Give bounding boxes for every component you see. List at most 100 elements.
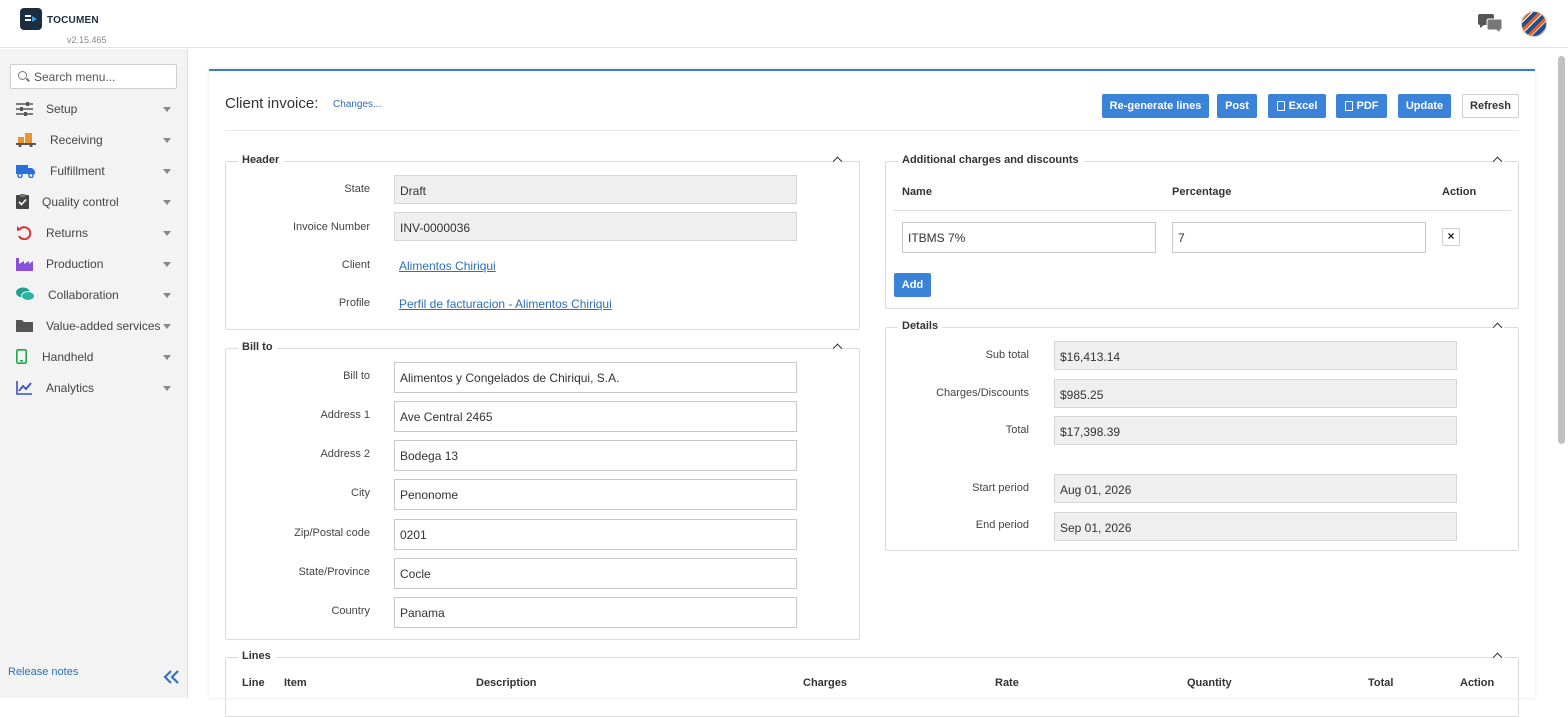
button-label: Update xyxy=(1405,100,1444,112)
charge-name-input[interactable] xyxy=(902,222,1156,253)
sidebar-item-label: Receiving xyxy=(50,133,103,147)
lines-panel: Lines Line Item Description Charges Rate… xyxy=(225,650,1519,717)
panel-legend: Additional charges and discounts xyxy=(898,154,1083,166)
state-field: Draft xyxy=(394,175,797,204)
state-province-input[interactable] xyxy=(394,558,797,589)
details-panel: Details Sub total $16,413.14 Charges/Dis… xyxy=(885,320,1519,551)
invoice-number-field: INV-0000036 xyxy=(394,212,797,241)
panel-legend: Lines xyxy=(238,650,275,662)
state-label: State xyxy=(344,183,370,195)
address1-label: Address 1 xyxy=(320,409,370,421)
start-period-label: Start period xyxy=(972,482,1029,494)
changes-link[interactable]: Changes... xyxy=(333,99,381,110)
refresh-button[interactable]: Refresh xyxy=(1462,94,1519,118)
chevron-down-icon xyxy=(163,293,171,298)
chevron-up-icon[interactable] xyxy=(1492,155,1504,165)
profile-link[interactable]: Perfil de facturacion - Alimentos Chiriq… xyxy=(399,297,612,311)
mobile-icon xyxy=(16,349,27,364)
percentage-column-header: Percentage xyxy=(1172,186,1232,198)
pdf-button[interactable]: PDF xyxy=(1336,94,1387,118)
sidebar-item-handheld[interactable]: Handheld xyxy=(0,342,188,373)
sidebar-item-collaboration[interactable]: Collaboration xyxy=(0,280,188,311)
excel-file-icon xyxy=(1276,101,1285,111)
app-logo-icon[interactable] xyxy=(20,8,42,30)
sidebar-item-receiving[interactable]: Receiving xyxy=(0,125,188,156)
rate-column-header: Rate xyxy=(995,677,1019,689)
action-column-header: Action xyxy=(1460,677,1495,689)
double-chevron-left-icon[interactable] xyxy=(162,669,182,685)
add-charge-button[interactable]: Add xyxy=(894,273,931,297)
sidebar-item-value-added-services[interactable]: Value-added services xyxy=(0,311,188,342)
regenerate-lines-button[interactable]: Re-generate lines xyxy=(1102,94,1209,118)
update-button[interactable]: Update xyxy=(1398,94,1451,118)
chevron-down-icon xyxy=(163,324,171,329)
address2-input[interactable] xyxy=(394,440,797,471)
chevron-up-icon[interactable] xyxy=(832,342,844,352)
charges-column-header: Charges xyxy=(803,677,848,689)
chat-icon[interactable] xyxy=(1476,13,1504,35)
sidebar-item-label: Quality control xyxy=(42,195,119,209)
search-box[interactable] xyxy=(10,64,177,89)
sidebar: Setup Receiving Fulfillment Quality cont… xyxy=(0,49,188,698)
delivery-truck-icon xyxy=(16,165,35,178)
client-link[interactable]: Alimentos Chiriqui xyxy=(399,259,496,273)
sidebar-item-quality-control[interactable]: Quality control xyxy=(0,187,188,218)
chevron-down-icon xyxy=(163,169,171,174)
city-label: City xyxy=(351,487,370,499)
sidebar-item-label: Setup xyxy=(46,102,78,116)
user-avatar[interactable] xyxy=(1521,11,1547,37)
sidebar-item-returns[interactable]: Returns xyxy=(0,218,188,249)
pdf-file-icon xyxy=(1344,101,1353,111)
chevron-down-icon xyxy=(163,231,171,236)
chevron-up-icon[interactable] xyxy=(1492,321,1504,331)
post-button[interactable]: Post xyxy=(1217,94,1257,118)
table-header-divider xyxy=(894,210,1511,211)
chevron-up-icon[interactable] xyxy=(1492,651,1504,661)
main-content: Client invoice: Changes... Re-generate l… xyxy=(209,69,1535,717)
panel-legend: Header xyxy=(238,154,284,166)
sidebar-item-analytics[interactable]: Analytics xyxy=(0,373,188,404)
zip-input[interactable] xyxy=(394,519,797,550)
button-label: PDF xyxy=(1356,100,1379,112)
panel-legend: Bill to xyxy=(238,341,277,353)
sidebar-item-label: Handheld xyxy=(42,350,94,364)
sidebar-item-fulfillment[interactable]: Fulfillment xyxy=(0,156,188,187)
action-column-header: Action xyxy=(1442,186,1477,198)
chevron-down-icon xyxy=(163,355,171,360)
total-label: Total xyxy=(1005,424,1029,436)
remove-charge-button[interactable]: × xyxy=(1442,228,1460,246)
city-input[interactable] xyxy=(394,479,797,510)
item-column-header: Item xyxy=(284,677,307,689)
sliders-icon xyxy=(16,102,33,116)
page-scrollbar[interactable] xyxy=(1557,52,1566,698)
total-field: $17,398.39 xyxy=(1054,416,1457,445)
sidebar-item-setup[interactable]: Setup xyxy=(0,94,188,125)
charge-percentage-input[interactable] xyxy=(1172,222,1426,253)
charges-panel: Additional charges and discounts Name Pe… xyxy=(885,154,1519,309)
bill-to-panel: Bill to Bill to Address 1 Address 2 City… xyxy=(225,341,860,640)
country-input[interactable] xyxy=(394,597,797,628)
subtotal-field: $16,413.14 xyxy=(1054,341,1457,370)
country-label: Country xyxy=(331,605,370,617)
subtotal-label: Sub total xyxy=(985,349,1029,361)
search-icon xyxy=(18,71,27,80)
page-title: Client invoice: xyxy=(225,95,319,112)
button-label: Refresh xyxy=(1470,100,1511,112)
chevron-down-icon xyxy=(163,107,171,112)
scrollbar-thumb[interactable] xyxy=(1558,56,1565,444)
chat-bubbles-icon xyxy=(16,287,35,301)
invoice-number-label: Invoice Number xyxy=(292,221,370,233)
bill-to-input[interactable] xyxy=(394,362,797,393)
clipboard-check-icon xyxy=(16,194,29,209)
address2-label: Address 2 xyxy=(320,448,370,460)
charges-discounts-label: Charges/Discounts xyxy=(936,387,1029,399)
release-notes-link[interactable]: Release notes xyxy=(8,666,78,678)
sidebar-item-label: Returns xyxy=(46,226,89,240)
chevron-up-icon[interactable] xyxy=(832,155,844,165)
address1-input[interactable] xyxy=(394,401,797,432)
excel-button[interactable]: Excel xyxy=(1268,94,1326,118)
search-input[interactable] xyxy=(34,68,174,86)
sidebar-item-production[interactable]: Production xyxy=(0,249,188,280)
profile-label: Profile xyxy=(338,297,370,309)
divider xyxy=(225,130,1519,131)
